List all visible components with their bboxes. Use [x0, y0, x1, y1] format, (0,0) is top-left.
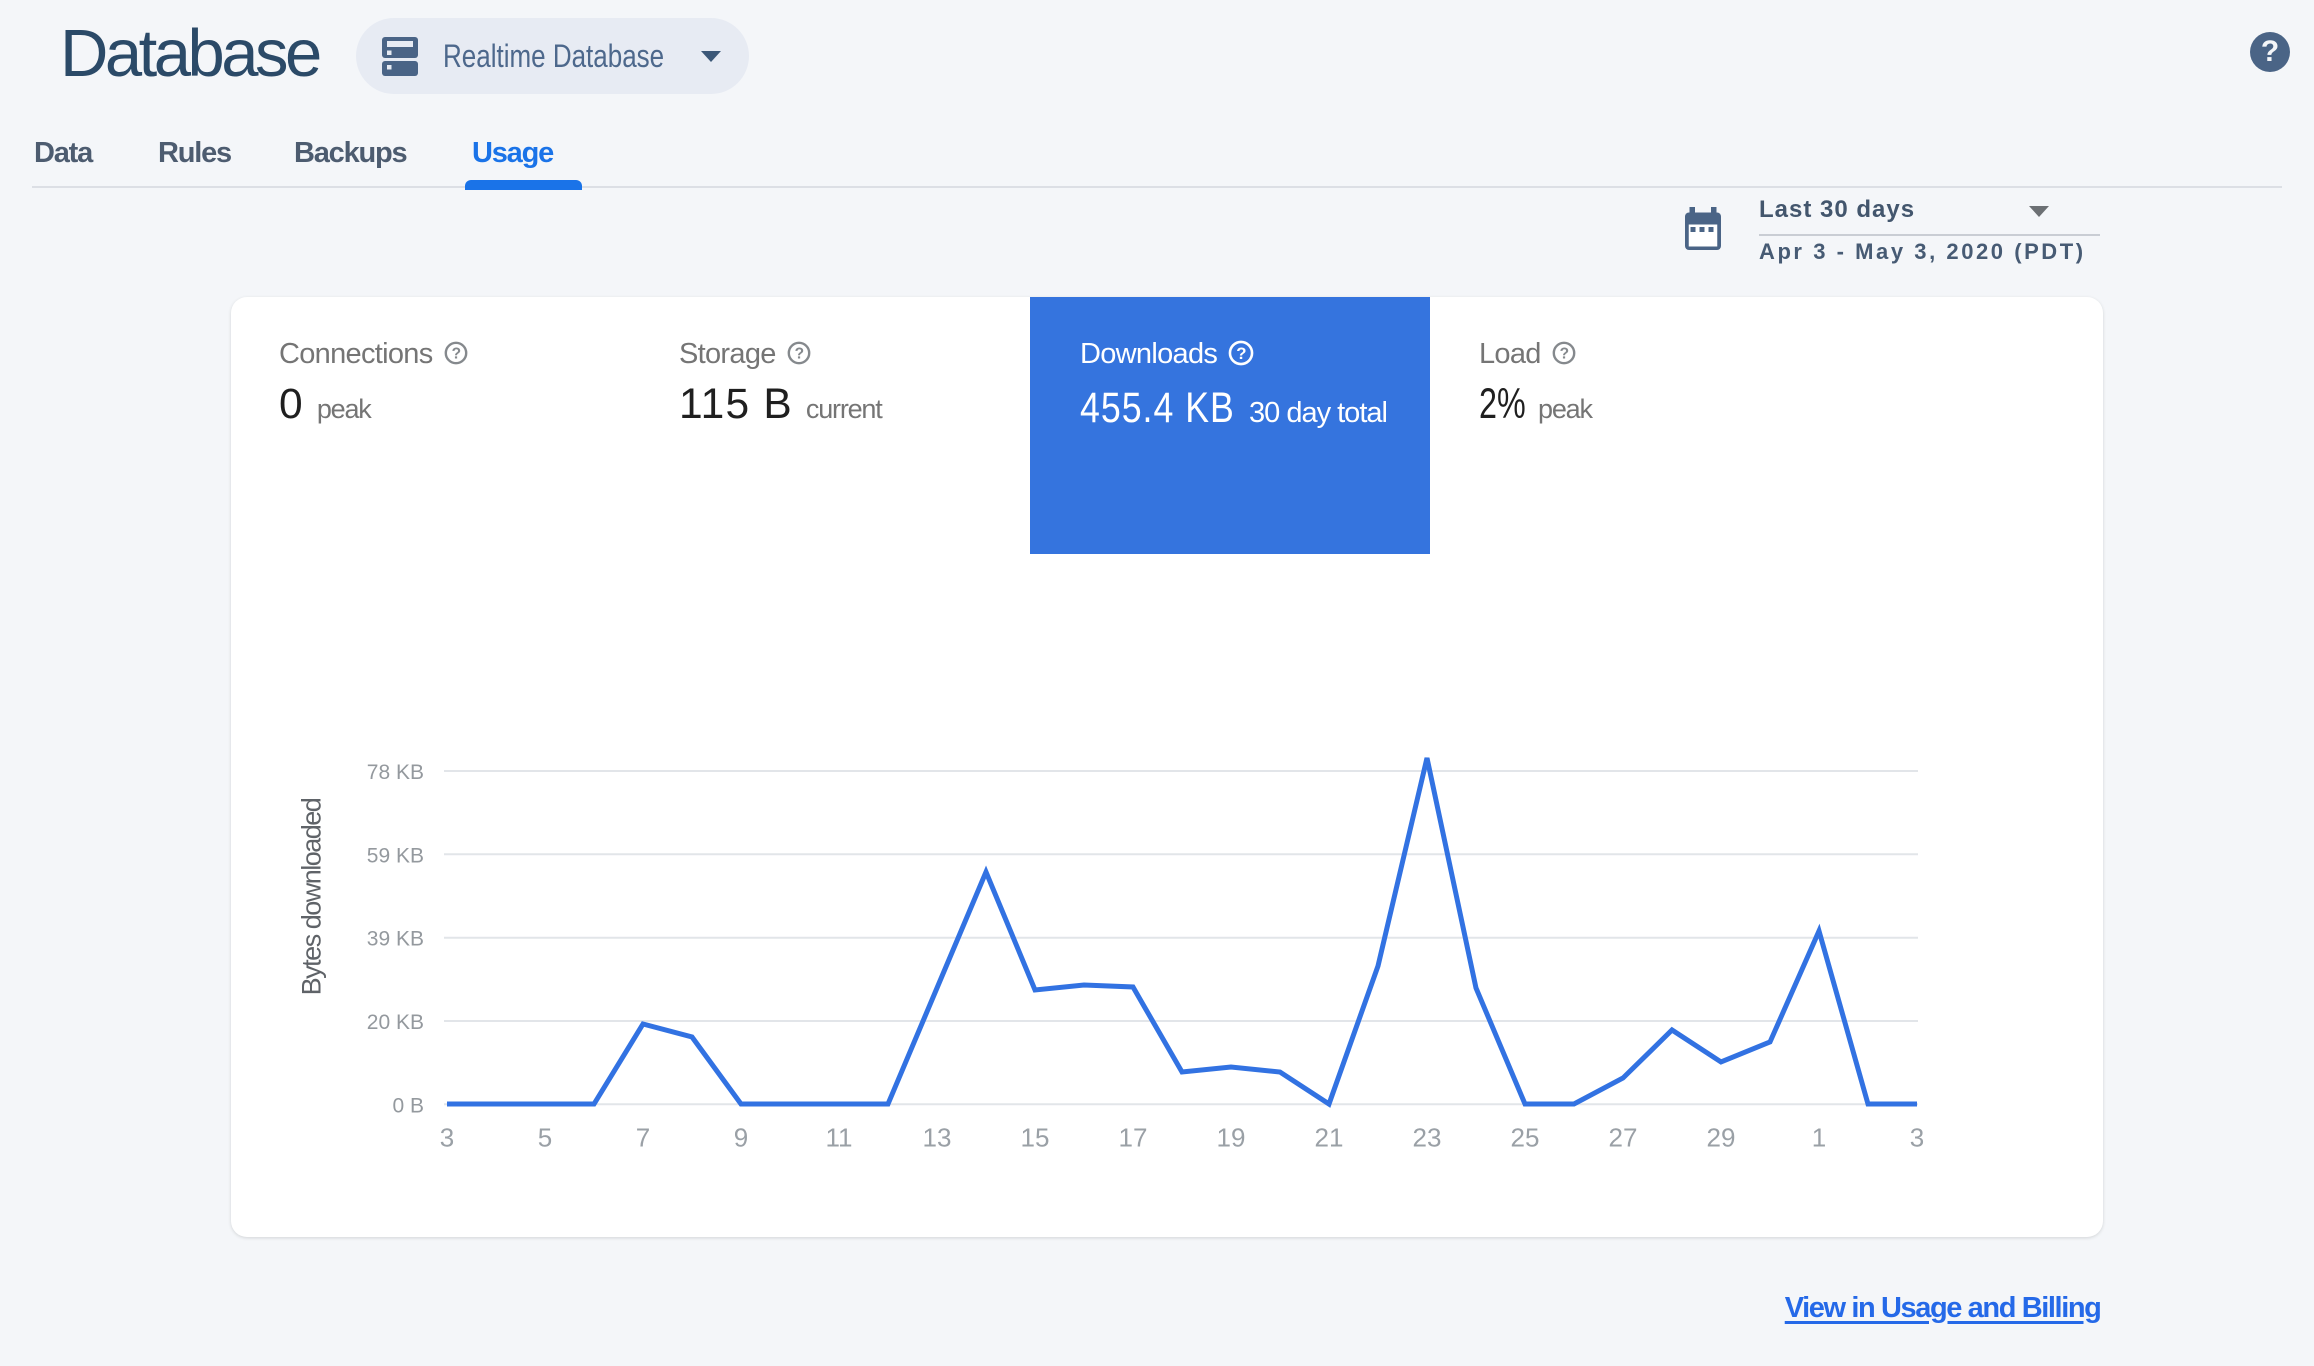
svg-text:39 KB: 39 KB	[367, 928, 424, 951]
svg-text:3: 3	[1910, 1122, 1924, 1152]
svg-text:78 KB: 78 KB	[367, 761, 424, 784]
svg-text:15: 15	[1021, 1122, 1050, 1152]
svg-text:21: 21	[1315, 1122, 1344, 1152]
svg-text:13: 13	[923, 1122, 952, 1152]
svg-text:11: 11	[826, 1122, 853, 1152]
svg-text:3: 3	[440, 1122, 454, 1152]
svg-text:1: 1	[1812, 1122, 1826, 1152]
svg-text:23: 23	[1413, 1122, 1442, 1152]
svg-text:17: 17	[1119, 1122, 1148, 1152]
svg-text:29: 29	[1707, 1122, 1736, 1152]
svg-text:0 B: 0 B	[392, 1094, 424, 1117]
svg-text:25: 25	[1511, 1122, 1540, 1152]
svg-text:27: 27	[1609, 1122, 1638, 1152]
svg-text:Bytes downloaded: Bytes downloaded	[297, 798, 327, 995]
svg-text:9: 9	[734, 1122, 748, 1152]
svg-text:5: 5	[538, 1122, 552, 1152]
svg-text:59 KB: 59 KB	[367, 844, 424, 867]
svg-text:7: 7	[636, 1122, 650, 1152]
svg-text:19: 19	[1217, 1122, 1246, 1152]
svg-text:20 KB: 20 KB	[367, 1011, 424, 1034]
